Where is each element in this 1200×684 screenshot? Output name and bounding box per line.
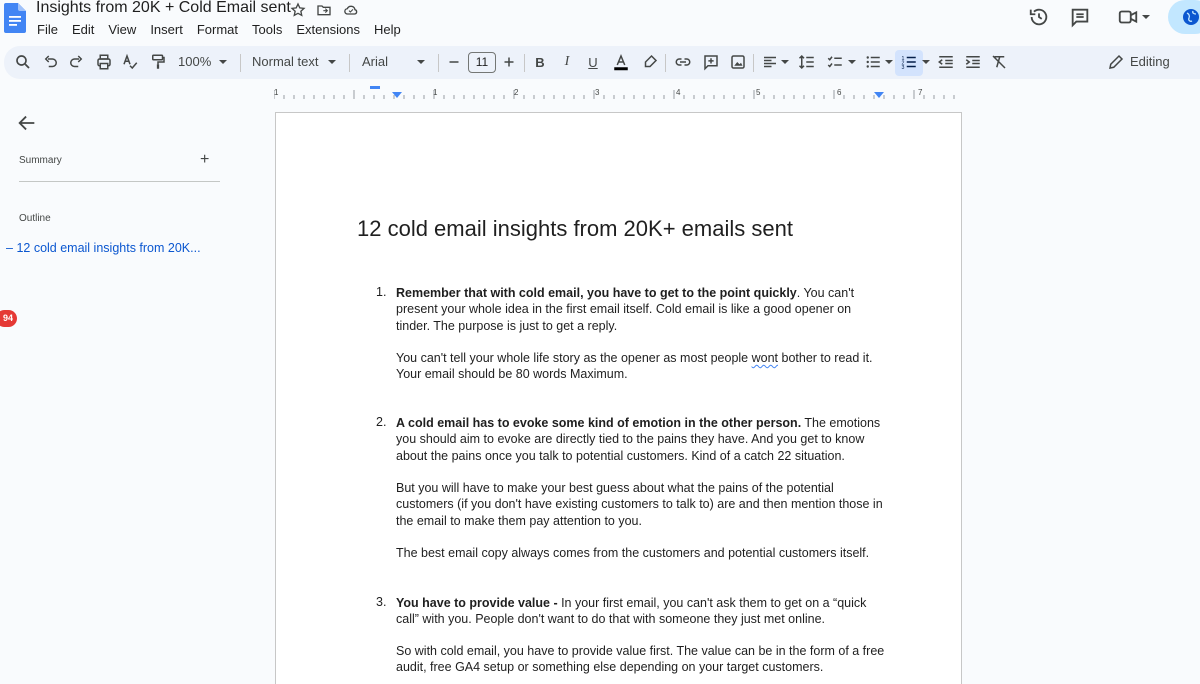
font-size-input[interactable]: 11 [468, 52, 496, 73]
numbered-list-icon[interactable]: 123 [900, 53, 918, 71]
align-left-icon[interactable] [761, 53, 779, 71]
ruler-number: 1 [433, 88, 438, 97]
outline-item[interactable]: – 12 cold email insights from 20K... [6, 241, 201, 255]
meet-icon[interactable] [1116, 6, 1140, 28]
svg-text:3: 3 [902, 65, 905, 71]
account-button[interactable] [1168, 0, 1200, 34]
list-item-paragraph: The best email copy always comes from th… [396, 546, 870, 560]
style-select[interactable]: Normal text [252, 54, 318, 69]
ruler-number: 5 [756, 88, 761, 97]
bold-lead: A cold email has to evoke some kind of e… [396, 416, 802, 430]
list-item-paragraph: So with cold email, you have to provide … [396, 644, 885, 675]
print-icon[interactable] [95, 53, 113, 71]
docs-logo-icon[interactable] [4, 3, 26, 33]
ruler-number: 4 [676, 88, 681, 97]
font-chevron-icon[interactable] [416, 53, 426, 71]
align-chevron-icon[interactable] [780, 53, 790, 71]
summary-heading: Summary [19, 155, 62, 166]
globe-icon [1183, 9, 1199, 25]
increase-font-size-icon[interactable] [500, 53, 518, 71]
menu-format[interactable]: Format [197, 22, 245, 37]
star-icon[interactable] [290, 2, 306, 18]
toolbar: 100% Normal text Arial 11 B I U 123 Edit… [0, 46, 1200, 79]
undo-icon[interactable] [42, 53, 60, 71]
menu-file[interactable]: File [37, 22, 65, 37]
move-folder-icon[interactable] [316, 2, 332, 18]
close-outline-back-icon[interactable] [16, 112, 38, 134]
title-bar: Insights from 20K + Cold Email sent File… [0, 0, 1200, 44]
list-number: 1. [376, 285, 387, 299]
checklist-chevron-icon[interactable] [847, 53, 857, 71]
italic-icon[interactable]: I [558, 53, 576, 71]
search-menus-icon[interactable] [14, 53, 32, 71]
outline-marker: – [6, 241, 17, 255]
ruler-number: 2 [514, 88, 519, 97]
bulleted-list-icon[interactable] [864, 53, 882, 71]
pencil-icon [1109, 54, 1124, 69]
decrease-indent-icon[interactable] [937, 53, 955, 71]
zoom-chevron-icon[interactable] [218, 53, 228, 71]
clear-formatting-icon[interactable] [990, 53, 1008, 71]
menu-insert[interactable]: Insert [150, 22, 190, 37]
paint-format-icon[interactable] [149, 53, 167, 71]
increase-indent-icon[interactable] [964, 53, 982, 71]
ruler-number: 1 [274, 88, 279, 97]
bold-lead: You have to provide value - [396, 596, 558, 610]
decrease-font-size-icon[interactable] [445, 53, 463, 71]
document-page[interactable]: 12 cold email insights from 20K+ emails … [275, 112, 962, 684]
list-number: 3. [376, 595, 387, 609]
add-summary-icon[interactable]: + [200, 151, 209, 169]
checklist-icon[interactable] [826, 53, 844, 71]
outline-item-label: 12 cold email insights from 20K... [16, 241, 201, 255]
underline-icon[interactable]: U [584, 53, 602, 71]
comments-icon[interactable] [1069, 6, 1091, 28]
divider [19, 181, 220, 182]
list-item-paragraph: But you will have to make your best gues… [396, 481, 883, 528]
bold-icon[interactable]: B [531, 53, 549, 71]
line-spacing-icon[interactable] [798, 53, 816, 71]
chevron-down-icon[interactable] [1141, 12, 1151, 22]
editing-mode-select[interactable]: Editing [1130, 54, 1170, 69]
cloud-saved-icon[interactable] [342, 2, 360, 18]
style-chevron-icon[interactable] [327, 53, 337, 71]
list-item-paragraph: You can't tell your whole life story as … [396, 350, 876, 383]
bold-lead: Remember that with cold email, you have … [396, 286, 797, 300]
spelling-error-word[interactable]: wont [752, 351, 778, 365]
list-number: 2. [376, 415, 387, 429]
highlight-color-icon[interactable] [641, 53, 659, 71]
ruler-number: 6 [837, 88, 842, 97]
font-select[interactable]: Arial [362, 54, 388, 69]
list-item-paragraph: A cold email has to evoke some kind of e… [396, 415, 886, 464]
menu-help[interactable]: Help [374, 22, 408, 37]
version-history-icon[interactable] [1028, 6, 1050, 28]
menu-bar: File Edit View Insert Format Tools Exten… [37, 22, 415, 37]
list-item-paragraph: You have to provide value - In your firs… [396, 595, 876, 628]
menu-edit[interactable]: Edit [72, 22, 101, 37]
redo-icon[interactable] [67, 53, 85, 71]
document-title[interactable]: Insights from 20K + Cold Email sent [36, 0, 291, 17]
menu-view[interactable]: View [108, 22, 143, 37]
ruler-number: 7 [918, 88, 923, 97]
list-item-paragraph: Remember that with cold email, you have … [396, 285, 861, 334]
insert-link-icon[interactable] [674, 53, 692, 71]
bulleted-list-chevron-icon[interactable] [884, 53, 894, 71]
add-comment-icon[interactable] [702, 53, 720, 71]
document-heading: 12 cold email insights from 20K+ emails … [357, 216, 793, 241]
zoom-select[interactable]: 100% [178, 54, 211, 69]
text-color-icon[interactable] [612, 53, 630, 71]
notification-badge[interactable]: 94 [0, 310, 17, 327]
outline-heading: Outline [19, 213, 51, 224]
paragraph-text: You can't tell your whole life story as … [396, 351, 752, 365]
numbered-list-chevron-icon[interactable] [921, 53, 931, 71]
spellcheck-icon[interactable] [121, 53, 139, 71]
menu-extensions[interactable]: Extensions [296, 22, 367, 37]
insert-image-icon[interactable] [729, 53, 747, 71]
menu-tools[interactable]: Tools [252, 22, 289, 37]
horizontal-ruler[interactable]: 1 1 2 3 4 5 6 7 [274, 86, 962, 100]
ruler-number: 3 [595, 88, 600, 97]
